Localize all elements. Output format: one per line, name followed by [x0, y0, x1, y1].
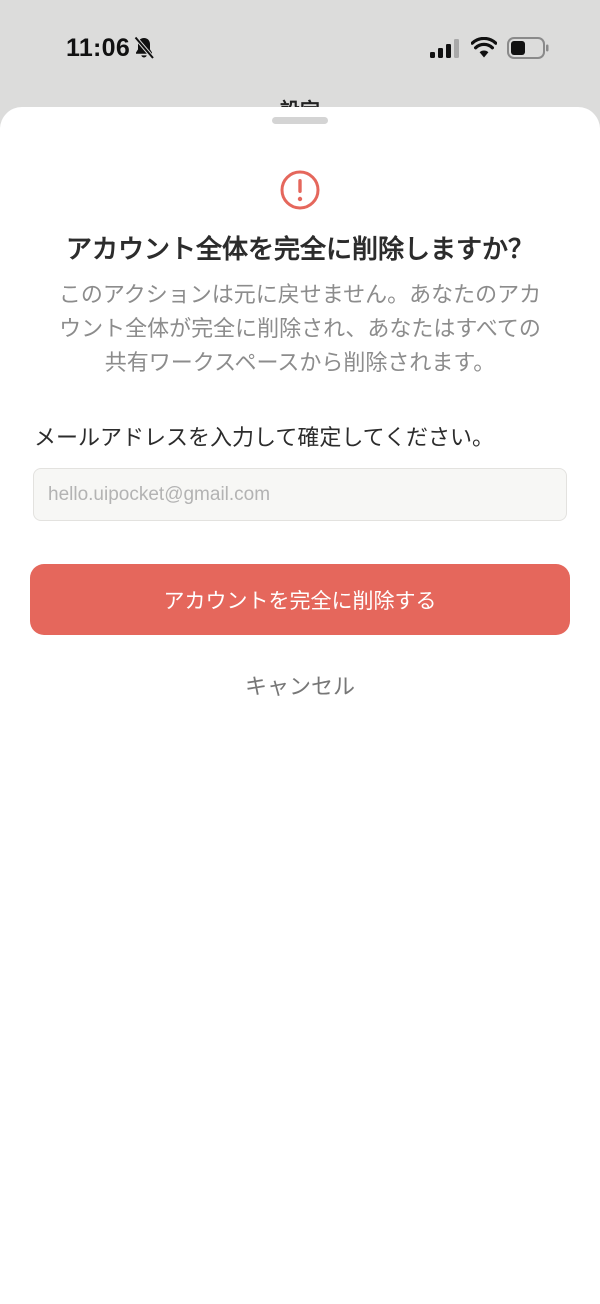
status-bar: 11:06 — [0, 0, 600, 100]
email-field-label: メールアドレスを入力して確定してください。 — [34, 426, 495, 451]
wifi-icon — [471, 37, 497, 58]
delete-account-sheet: アカウント全体を完全に削除しますか？ このアクションは元に戻せません。あなたのア… — [0, 107, 600, 1304]
bell-slash-icon — [133, 36, 155, 60]
email-field[interactable] — [33, 468, 567, 521]
cellular-signal-icon — [430, 39, 459, 58]
battery-icon — [507, 37, 549, 59]
sheet-grabber-handle[interactable] — [272, 117, 328, 124]
status-time: 11:06 — [66, 34, 131, 62]
dialog-title: アカウント全体を完全に削除しますか？ — [65, 235, 534, 265]
dialog-description: このアクションは元に戻せません。あなたのアカウント全体が完全に削除され、あなたは… — [58, 283, 542, 376]
delete-account-button[interactable]: アカウントを完全に削除する — [30, 564, 570, 635]
alert-circle-icon — [280, 170, 320, 210]
cancel-button[interactable]: キャンセル — [200, 663, 400, 707]
